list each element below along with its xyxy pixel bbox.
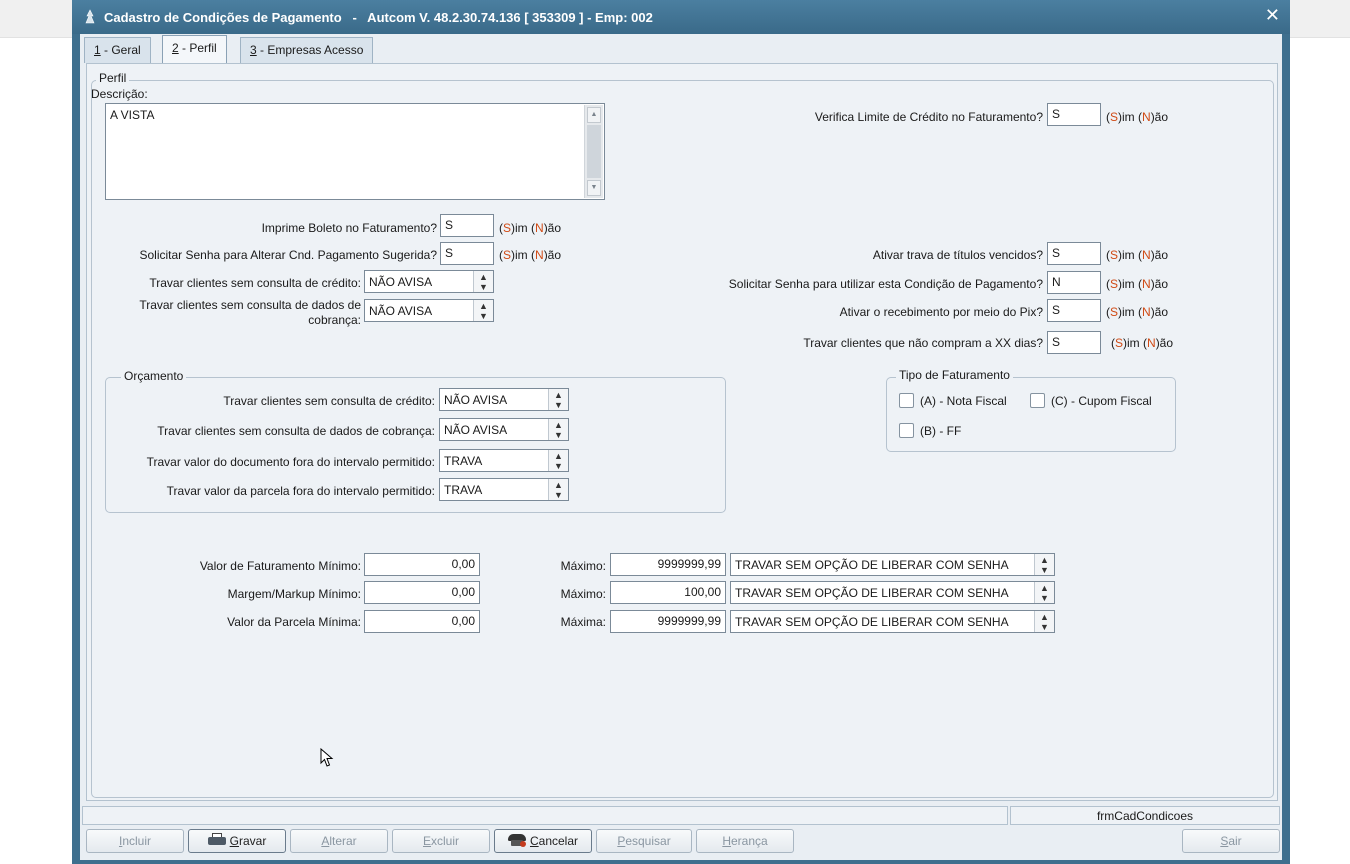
- spin-updown-icon[interactable]: ▲ ▼: [1034, 554, 1054, 575]
- solicitar-senha-cnd-hint: (S)im (N)ão: [499, 248, 562, 262]
- window-title: Cadastro de Condições de Pagamento - Aut…: [104, 10, 653, 25]
- travar-cobranca-label-1: Travar clientes sem consulta de dados de: [139, 298, 361, 312]
- tab-perfil[interactable]: 2 - Perfil: [162, 35, 227, 65]
- orc-travar-credito-combo[interactable]: NÃO AVISA ▲ ▼: [439, 388, 569, 411]
- travar-xx-dias-hint: (S)im (N)ão: [1111, 336, 1174, 350]
- solicitar-senha-cnd-input[interactable]: S: [440, 242, 494, 265]
- scroll-down-icon[interactable]: ▼: [587, 180, 601, 196]
- descricao-scrollbar[interactable]: ▲ ▼: [584, 105, 603, 198]
- spin-updown-icon[interactable]: ▲ ▼: [473, 300, 493, 321]
- spin-updown-icon[interactable]: ▲ ▼: [548, 389, 568, 410]
- pesquisar-button[interactable]: Pesquisar: [596, 829, 692, 853]
- app-icon: [85, 9, 95, 24]
- orcamento-legend: Orçamento: [121, 369, 187, 383]
- nota-fiscal-label: (A) - Nota Fiscal: [920, 394, 1007, 408]
- verifica-limite-hint: (S)im (N)ão: [1106, 110, 1169, 124]
- parcela-maxima-label: Máxima:: [560, 615, 606, 629]
- tipo-faturamento-legend: Tipo de Faturamento: [896, 368, 1013, 382]
- close-icon[interactable]: ✕: [1265, 5, 1280, 26]
- printer-icon: [207, 833, 226, 847]
- fat-maximo-input[interactable]: 9999999,99: [610, 553, 726, 576]
- spin-updown-icon[interactable]: ▲ ▼: [548, 479, 568, 500]
- ff-label: (B) - FF: [920, 424, 962, 438]
- checkbox-nota-fiscal[interactable]: [899, 393, 914, 408]
- alterar-button[interactable]: Alterar: [290, 829, 388, 853]
- fat-acao-combo[interactable]: TRAVAR SEM OPÇÃO DE LIBERAR COM SENHA ▲ ▼: [730, 553, 1055, 576]
- imprime-boleto-input[interactable]: S: [440, 214, 494, 237]
- cupom-fiscal-label: (C) - Cupom Fiscal: [1051, 394, 1152, 408]
- perfil-legend: Perfil: [96, 71, 130, 85]
- descricao-value: A VISTA: [110, 108, 155, 122]
- verifica-limite-label: Verifica Limite de Crédito no Faturament…: [814, 110, 1043, 124]
- orc-travar-cobranca-label: Travar clientes sem consulta de dados de…: [157, 424, 435, 438]
- solicitar-senha-cnd-label: Solicitar Senha para Alterar Cnd. Pagame…: [139, 248, 437, 262]
- scroll-up-icon[interactable]: ▲: [587, 107, 601, 123]
- excluir-button[interactable]: Excluir: [392, 829, 490, 853]
- parcela-minima-input[interactable]: 0,00: [364, 610, 480, 633]
- status-bar-left: [82, 806, 1008, 825]
- tab-empresas-acesso[interactable]: 3 - Empresas Acesso: [240, 37, 374, 63]
- travar-cobranca-combo[interactable]: NÃO AVISA ▲ ▼: [364, 299, 494, 322]
- fat-maximo-label: Máximo:: [560, 559, 606, 573]
- cancel-phone-icon: [507, 833, 526, 847]
- incluir-button[interactable]: Incluir: [86, 829, 184, 853]
- solicitar-senha-condicao-label: Solicitar Senha para utilizar esta Condi…: [728, 277, 1043, 291]
- spin-updown-icon[interactable]: ▲ ▼: [473, 271, 493, 292]
- tab-geral[interactable]: 1 - Geral: [84, 37, 151, 63]
- cancelar-button[interactable]: Cancelar: [494, 829, 592, 853]
- travar-credito-label: Travar clientes sem consulta de crédito:: [149, 276, 361, 290]
- checkbox-cupom-fiscal[interactable]: [1030, 393, 1045, 408]
- travar-credito-combo[interactable]: NÃO AVISA ▲ ▼: [364, 270, 494, 293]
- ativar-trava-titulos-label: Ativar trava de títulos vencidos?: [872, 248, 1043, 262]
- solicitar-senha-condicao-hint: (S)im (N)ão: [1106, 277, 1169, 291]
- orc-travar-documento-label: Travar valor do documento fora do interv…: [146, 455, 435, 469]
- verifica-limite-input[interactable]: S: [1047, 103, 1101, 126]
- ativar-pix-label: Ativar o recebimento por meio do Pix?: [839, 305, 1043, 319]
- margem-maximo-input[interactable]: 100,00: [610, 581, 726, 604]
- ativar-trava-titulos-hint: (S)im (N)ão: [1106, 248, 1169, 262]
- parcela-maxima-input[interactable]: 9999999,99: [610, 610, 726, 633]
- margem-acao-combo[interactable]: TRAVAR SEM OPÇÃO DE LIBERAR COM SENHA ▲ ▼: [730, 581, 1055, 604]
- sair-button[interactable]: Sair: [1182, 829, 1280, 853]
- imprime-boleto-label: Imprime Boleto no Faturamento?: [261, 221, 437, 235]
- descricao-memo[interactable]: A VISTA ▲ ▼: [105, 103, 605, 200]
- spin-updown-icon[interactable]: ▲ ▼: [1034, 611, 1054, 632]
- orc-travar-documento-combo[interactable]: TRAVA ▲ ▼: [439, 449, 569, 472]
- travar-cobranca-label-2: cobrança:: [308, 313, 361, 327]
- ativar-pix-input[interactable]: S: [1047, 299, 1101, 322]
- spin-updown-icon[interactable]: ▲ ▼: [548, 419, 568, 440]
- scroll-thumb[interactable]: [587, 125, 601, 178]
- orc-travar-parcela-label: Travar valor da parcela fora do interval…: [166, 484, 435, 498]
- spin-updown-icon[interactable]: ▲ ▼: [548, 450, 568, 471]
- travar-xx-dias-label: Travar clientes que não compram a XX dia…: [803, 336, 1043, 350]
- margem-minimo-input[interactable]: 0,00: [364, 581, 480, 604]
- orc-travar-cobranca-combo[interactable]: NÃO AVISA ▲ ▼: [439, 418, 569, 441]
- travar-xx-dias-input[interactable]: S: [1047, 331, 1101, 354]
- spin-updown-icon[interactable]: ▲ ▼: [1034, 582, 1054, 603]
- fat-minimo-input[interactable]: 0,00: [364, 553, 480, 576]
- status-bar-form-name: frmCadCondicoes: [1010, 806, 1280, 825]
- mouse-cursor-icon: [320, 748, 334, 767]
- parcela-minima-label: Valor da Parcela Mínima:: [227, 615, 361, 629]
- margem-minimo-label: Margem/Markup Mínimo:: [227, 587, 361, 601]
- fat-minimo-label: Valor de Faturamento Mínimo:: [199, 559, 361, 573]
- checkbox-ff[interactable]: [899, 423, 914, 438]
- parcela-acao-combo[interactable]: TRAVAR SEM OPÇÃO DE LIBERAR COM SENHA ▲ ▼: [730, 610, 1055, 633]
- margem-maximo-label: Máximo:: [560, 587, 606, 601]
- tipo-faturamento-group: [886, 377, 1176, 452]
- descricao-label: Descrição:: [91, 87, 148, 101]
- orc-travar-credito-label: Travar clientes sem consulta de crédito:: [223, 394, 435, 408]
- heranca-button[interactable]: Herança: [696, 829, 794, 853]
- solicitar-senha-condicao-input[interactable]: N: [1047, 271, 1101, 294]
- ativar-trava-titulos-input[interactable]: S: [1047, 242, 1101, 265]
- orc-travar-parcela-combo[interactable]: TRAVA ▲ ▼: [439, 478, 569, 501]
- imprime-boleto-hint: (S)im (N)ão: [499, 221, 562, 235]
- ativar-pix-hint: (S)im (N)ão: [1106, 305, 1169, 319]
- gravar-button[interactable]: Gravar: [188, 829, 286, 853]
- title-bar: Cadastro de Condições de Pagamento - Aut…: [72, 0, 1290, 34]
